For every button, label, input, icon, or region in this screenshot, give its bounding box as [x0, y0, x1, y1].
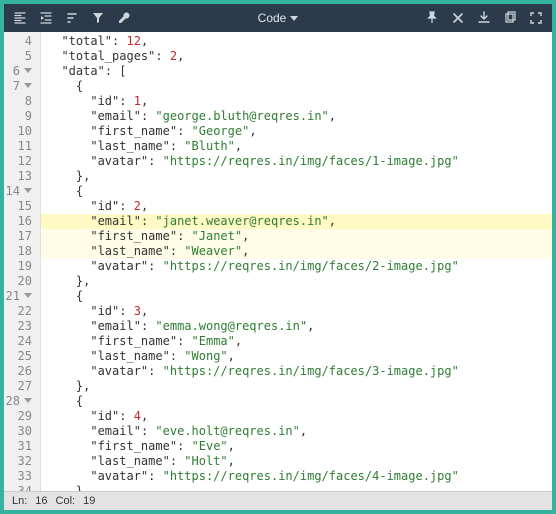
code-line[interactable]: "avatar": "https://reqres.in/img/faces/4…	[41, 469, 552, 484]
code-line[interactable]: "data": [	[41, 64, 552, 79]
line-number: 7	[4, 79, 40, 94]
code-line[interactable]: "first_name": "George",	[41, 124, 552, 139]
line-number: 33	[4, 469, 40, 484]
status-col-label: Col:	[56, 495, 76, 507]
code-content[interactable]: "total": 12, "total_pages": 2, "data": […	[41, 32, 552, 491]
sort-icon[interactable]	[64, 10, 80, 26]
line-number: 23	[4, 319, 40, 334]
fold-toggle-icon[interactable]	[24, 293, 32, 298]
download-icon[interactable]	[476, 10, 492, 26]
code-line[interactable]: "avatar": "https://reqres.in/img/faces/1…	[41, 154, 552, 169]
line-number: 5	[4, 49, 40, 64]
line-number: 13	[4, 169, 40, 184]
close-icon[interactable]	[450, 10, 466, 26]
line-number: 17	[4, 229, 40, 244]
code-line[interactable]: "email": "emma.wong@reqres.in",	[41, 319, 552, 334]
line-number: 21	[4, 289, 40, 304]
code-line[interactable]: "id": 3,	[41, 304, 552, 319]
line-number: 8	[4, 94, 40, 109]
code-line[interactable]: },	[41, 274, 552, 289]
indent-icon[interactable]	[38, 10, 54, 26]
toolbar-right-group	[298, 10, 544, 26]
line-number: 9	[4, 109, 40, 124]
code-line[interactable]: },	[41, 484, 552, 491]
code-line[interactable]: {	[41, 184, 552, 199]
line-number: 18	[4, 244, 40, 259]
fullscreen-icon[interactable]	[528, 10, 544, 26]
code-line[interactable]: },	[41, 169, 552, 184]
line-number: 34	[4, 484, 40, 491]
line-number: 4	[4, 34, 40, 49]
status-line-label: Ln:	[12, 495, 27, 507]
line-number: 20	[4, 274, 40, 289]
editor-area[interactable]: 4567891011121314151617181920212223242526…	[4, 32, 552, 491]
pushpin-icon[interactable]	[424, 10, 440, 26]
code-line[interactable]: "total_pages": 2,	[41, 49, 552, 64]
code-line[interactable]: "first_name": "Emma",	[41, 334, 552, 349]
code-line[interactable]: "email": "janet.weaver@reqres.in",	[41, 214, 552, 229]
fold-toggle-icon[interactable]	[24, 398, 32, 403]
code-line[interactable]: {	[41, 79, 552, 94]
line-number: 19	[4, 259, 40, 274]
code-line[interactable]: "id": 4,	[41, 409, 552, 424]
copy-icon[interactable]	[502, 10, 518, 26]
code-line[interactable]: },	[41, 379, 552, 394]
outdent-icon[interactable]	[12, 10, 28, 26]
fold-toggle-icon[interactable]	[24, 83, 32, 88]
toolbar-left-group	[12, 10, 258, 26]
line-number: 30	[4, 424, 40, 439]
chevron-down-icon	[290, 16, 298, 21]
code-line[interactable]: "avatar": "https://reqres.in/img/faces/3…	[41, 364, 552, 379]
code-line[interactable]: "id": 1,	[41, 94, 552, 109]
mode-dropdown[interactable]: Code	[258, 11, 299, 25]
fold-toggle-icon[interactable]	[24, 188, 32, 193]
code-line[interactable]: {	[41, 394, 552, 409]
mode-label: Code	[258, 11, 287, 25]
line-number: 24	[4, 334, 40, 349]
funnel-icon[interactable]	[90, 10, 106, 26]
code-line[interactable]: "avatar": "https://reqres.in/img/faces/2…	[41, 259, 552, 274]
code-line[interactable]: "first_name": "Eve",	[41, 439, 552, 454]
fold-toggle-icon[interactable]	[24, 68, 32, 73]
code-line[interactable]: {	[41, 289, 552, 304]
line-number: 25	[4, 349, 40, 364]
code-line[interactable]: "last_name": "Holt",	[41, 454, 552, 469]
line-number: 22	[4, 304, 40, 319]
code-line[interactable]: "email": "george.bluth@reqres.in",	[41, 109, 552, 124]
line-number: 26	[4, 364, 40, 379]
line-number: 6	[4, 64, 40, 79]
line-number: 31	[4, 439, 40, 454]
status-line-value: 16	[35, 495, 47, 507]
status-col-value: 19	[83, 495, 95, 507]
status-bar: Ln: 16 Col: 19	[4, 491, 552, 510]
code-line[interactable]: "email": "eve.holt@reqres.in",	[41, 424, 552, 439]
line-number-gutter: 4567891011121314151617181920212223242526…	[4, 32, 41, 491]
code-line[interactable]: "total": 12,	[41, 34, 552, 49]
code-line[interactable]: "last_name": "Bluth",	[41, 139, 552, 154]
line-number: 32	[4, 454, 40, 469]
line-number: 15	[4, 199, 40, 214]
toolbar: Code	[4, 4, 552, 32]
code-line[interactable]: "last_name": "Weaver",	[41, 244, 552, 259]
code-line[interactable]: "first_name": "Janet",	[41, 229, 552, 244]
line-number: 16	[4, 214, 40, 229]
line-number: 11	[4, 139, 40, 154]
line-number: 14	[4, 184, 40, 199]
line-number: 12	[4, 154, 40, 169]
line-number: 27	[4, 379, 40, 394]
editor-frame: Code 45678910111213141516171819202122232…	[0, 0, 556, 514]
line-number: 29	[4, 409, 40, 424]
code-line[interactable]: "last_name": "Wong",	[41, 349, 552, 364]
code-line[interactable]: "id": 2,	[41, 199, 552, 214]
line-number: 10	[4, 124, 40, 139]
wrench-icon[interactable]	[116, 10, 132, 26]
line-number: 28	[4, 394, 40, 409]
